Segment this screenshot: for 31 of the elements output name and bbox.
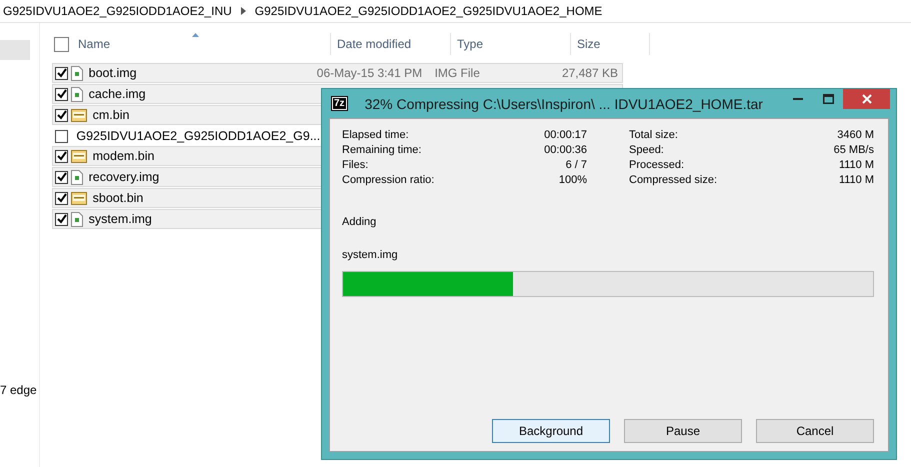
file-name: cm.bin [92, 108, 130, 122]
file-name: modem.bin [92, 149, 154, 163]
file-name: cache.img [88, 87, 146, 101]
file-name: system.img [88, 212, 152, 226]
stat-label: Compressed size: [629, 174, 718, 186]
stat-value: 1110 M [838, 174, 874, 186]
stat-label: Total size: [629, 129, 678, 141]
date-modified: 06-May-15 3:41 PM [316, 66, 422, 80]
status-text: Adding [342, 216, 378, 228]
file-type: IMG File [434, 66, 480, 80]
stat-label: Compression ratio: [342, 174, 434, 186]
stat-value: 65 MB/s [834, 144, 874, 156]
file-name: G925IDVU1AOE2_G925IODD1AOE2_G9... [76, 129, 320, 143]
stat-value: 00:00:36 [544, 144, 587, 156]
stat-label: Processed: [629, 159, 684, 171]
window-title: 32% Compressing C:\Users\Inspiron\ ... IDVU1AOE2_HOME.tar [364, 96, 763, 112]
stat-value: 1110 M [838, 159, 874, 171]
stat-label: Remaining time: [342, 144, 422, 156]
file-size: 27,487 KB [562, 66, 618, 80]
app-icon: 7z [332, 97, 347, 110]
stat-value: 3460 M [837, 129, 874, 141]
stat-value: 100% [558, 174, 587, 186]
file-name: sboot.bin [92, 191, 144, 205]
file-name: recovery.img [88, 170, 160, 184]
stat-label: Speed: [629, 144, 664, 156]
current-file: system.img [342, 249, 399, 261]
stat-label: Files: [342, 159, 368, 171]
file-name: boot.img [88, 66, 137, 80]
stat-value: 6 / 7 [566, 159, 587, 171]
stat-label: Elapsed time: [342, 129, 409, 141]
stat-value: 00:00:17 [544, 129, 587, 141]
